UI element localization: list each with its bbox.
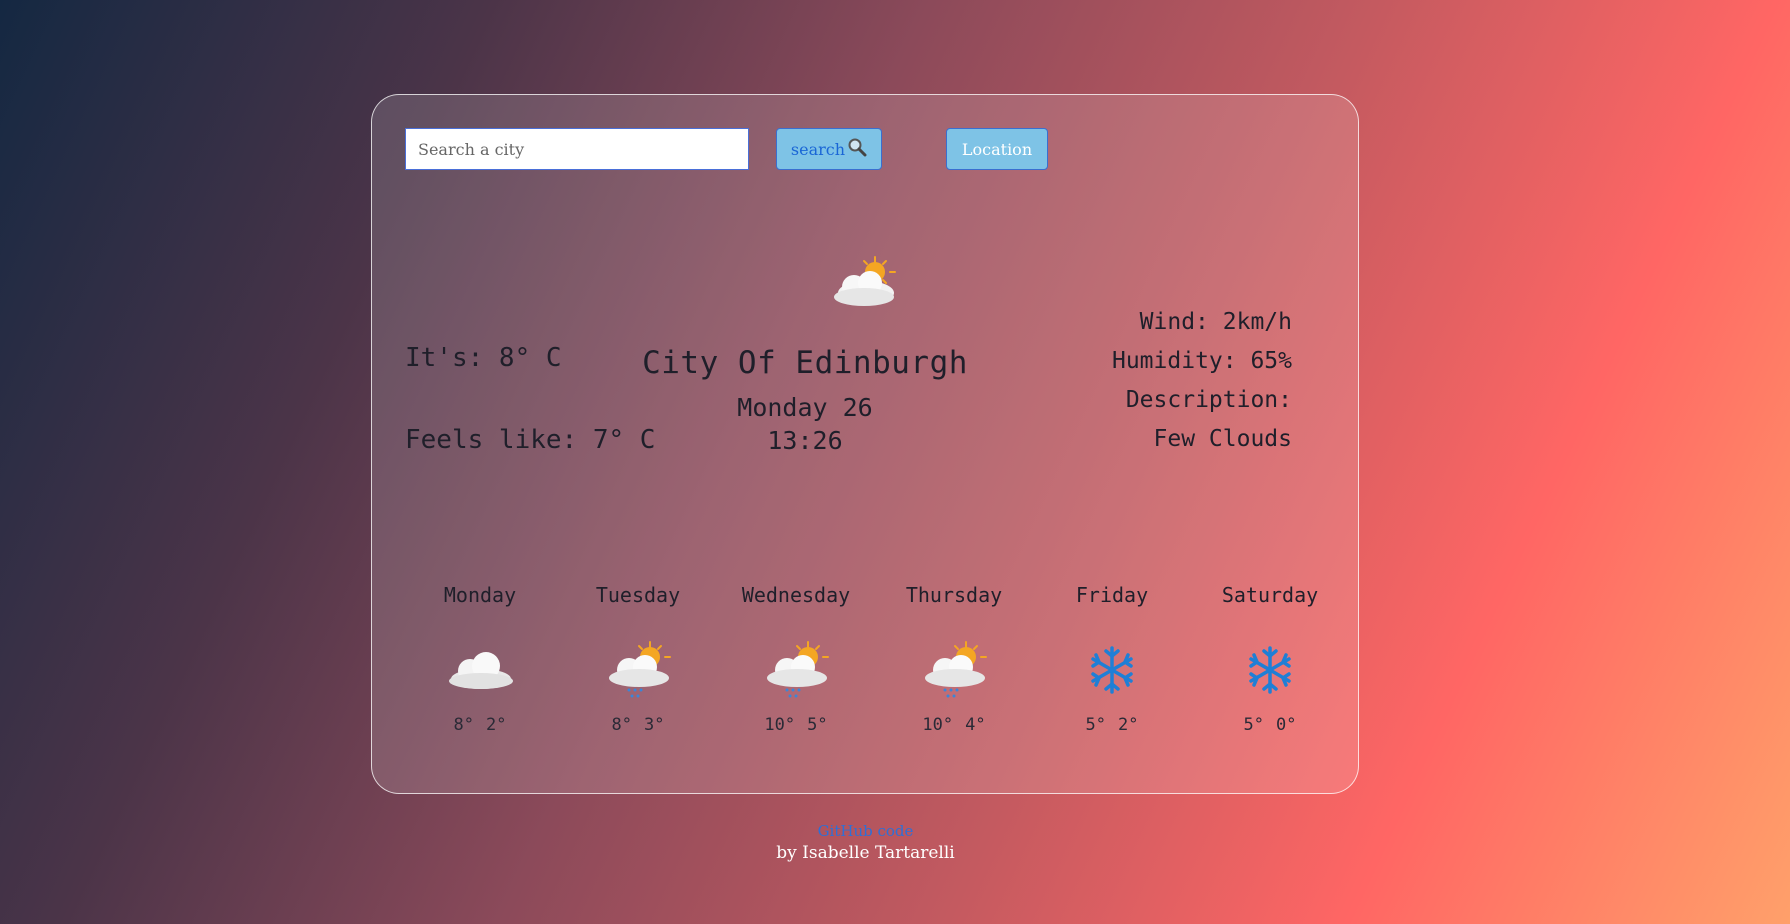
forecast-temps: 8° 2° [405,715,555,735]
forecast-temps: 10° 5° [721,715,871,735]
forecast-day: Monday 8° 2° [405,583,555,735]
weather-card: search Location City Of Edinburgh Mon [371,94,1359,794]
forecast-day: Wednesday 10° 5° [721,583,871,735]
forecast-min: 3° [644,715,665,735]
forecast-day: Thursday 10° 4° [879,583,1029,735]
forecast-max: 8° [453,715,474,735]
weather-details: Wind: 2km/h Humidity: 65% Description: F… [1112,303,1292,459]
search-button-label: search [790,139,846,159]
forecast-max: 8° [611,715,632,735]
forecast-max: 5° [1243,715,1264,735]
forecast-day-name: Tuesday [595,583,681,607]
partly-cloudy-rain-icon [721,635,871,705]
forecast-day: Saturday 5° 0° [1195,583,1345,735]
search-button[interactable]: search [776,128,882,170]
forecast-temps: 5° 2° [1037,715,1187,735]
forecast-min: 4° [965,715,986,735]
snowflake-icon [1195,635,1345,705]
author-credit: by Isabelle Tartarelli [776,843,955,863]
forecast-row: Monday 8° 2° Tuesday 8° 3° Wednesday 10°… [405,583,1327,753]
github-link[interactable]: GitHub code [0,822,1731,840]
location-button[interactable]: Location [946,128,1048,170]
wind-speed: Wind: 2km/h [1139,309,1292,335]
description-label: Description: [1125,387,1292,413]
forecast-temps: 5° 0° [1195,715,1345,735]
forecast-day-name: Friday [1075,583,1149,607]
forecast-max: 5° [1085,715,1106,735]
forecast-day-name: Thursday [905,583,1003,607]
cloud-icon [405,635,555,705]
forecast-day: Friday 5° 2° [1037,583,1187,735]
forecast-max: 10° [764,715,796,735]
partly-cloudy-rain-icon [879,635,1029,705]
forecast-day-name: Monday [443,583,517,607]
forecast-temps: 8° 3° [563,715,713,735]
weather-description: Few Clouds [1153,426,1292,452]
current-time: 13:26 [767,426,843,455]
snowflake-icon [1037,635,1187,705]
forecast-min: 5° [807,715,828,735]
search-icon [847,137,867,161]
forecast-day-name: Saturday [1221,583,1319,607]
forecast-min: 0° [1276,715,1297,735]
partly-cloudy-rain-icon [563,635,713,705]
partly-cloudy-icon [828,255,898,311]
humidity: Humidity: 65% [1111,348,1292,374]
forecast-day: Tuesday 8° 3° [563,583,713,735]
forecast-temps: 10° 4° [879,715,1029,735]
current-temperature: It's: 8° C [405,343,562,373]
search-input[interactable] [405,128,749,170]
forecast-min: 2° [1118,715,1139,735]
city-name: City Of Edinburgh [642,345,968,381]
current-date: Monday 26 [737,393,873,422]
forecast-max: 10° [922,715,954,735]
forecast-min: 2° [486,715,507,735]
feels-like-temperature: Feels like: 7° C [405,425,656,455]
forecast-day-name: Wednesday [741,583,851,607]
